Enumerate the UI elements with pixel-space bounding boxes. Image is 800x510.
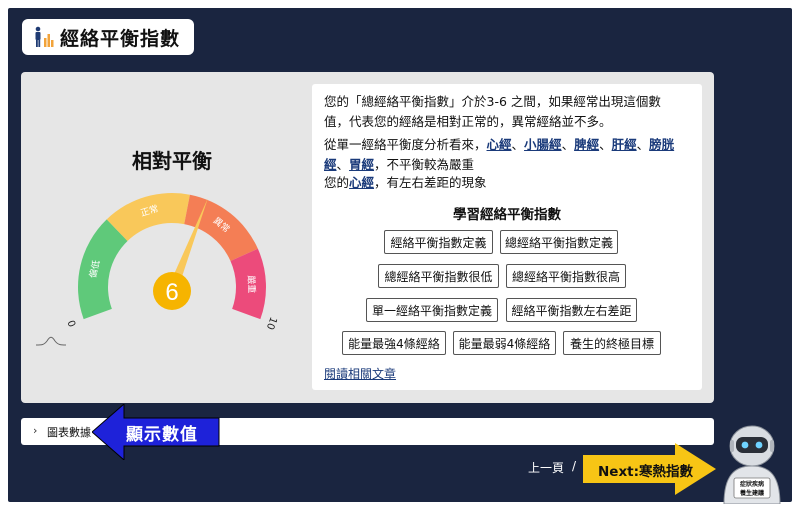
info-p3-suffix: ，有左右差距的現象 [374, 175, 487, 190]
meridian-link-stomach[interactable]: 胃經 [349, 157, 374, 172]
pulse-wave-icon [35, 336, 67, 346]
btn-single-definition[interactable]: 單一經絡平衡指數定義 [366, 298, 498, 322]
person-chart-icon [30, 24, 56, 50]
meridian-link-heart[interactable]: 心經 [487, 137, 512, 152]
gauge-tick-label: 0 [67, 318, 80, 328]
info-p3-prefix: 您的 [324, 175, 350, 190]
btn-total-definition[interactable]: 總經絡平衡指數定義 [500, 230, 618, 254]
btn-total-high[interactable]: 總經絡平衡指數很高 [506, 264, 626, 288]
nav-separator: / [572, 459, 577, 473]
info-p2-prefix: 從單一經絡平衡度分析看來， [324, 137, 487, 152]
robot-assistant-icon[interactable]: 症狀疾病 養生建議 [712, 420, 792, 504]
header-card: 經絡平衡指數 [22, 19, 194, 55]
info-p2-suffix: ，不平衡較為嚴重 [374, 157, 475, 172]
gauge-segment [78, 219, 128, 320]
link-separator: 、 [336, 157, 350, 172]
page-title: 經絡平衡指數 [60, 27, 181, 50]
gauge-title: 相對平衡 [132, 149, 212, 173]
link-separator: 、 [636, 137, 650, 152]
gauge-value: 6 [165, 279, 178, 306]
btn-ultimate-goal[interactable]: 養生的終極目標 [563, 331, 661, 355]
btn-total-low[interactable]: 總經絡平衡指數很低 [378, 264, 499, 288]
gauge-tick-label: 5 [169, 185, 175, 187]
btn-weakest-4[interactable]: 能量最弱4條經絡 [453, 331, 556, 355]
btn-strongest-4[interactable]: 能量最強4條經絡 [342, 331, 446, 355]
robot-badge-line2: 養生建議 [739, 489, 764, 497]
next-page-label[interactable]: Next:寒熱指數 [598, 460, 693, 480]
meridian-link-spleen[interactable]: 脾經 [574, 137, 599, 152]
learn-section-title: 學習經絡平衡指數 [453, 207, 561, 223]
callout-text: 顯示數值 [126, 425, 198, 445]
chart-data-label: 圖表數據 [47, 426, 91, 439]
chevron-right-icon: › [33, 424, 38, 437]
prev-page-link[interactable]: 上一頁 [528, 459, 564, 476]
link-separator: 、 [511, 137, 525, 152]
robot-badge-line1: 症狀疾病 [740, 480, 764, 488]
link-separator: 、 [599, 137, 612, 152]
gauge-segment-label: 嚴重 [245, 275, 258, 293]
btn-definition[interactable]: 經絡平衡指數定義 [384, 230, 493, 254]
meridian-link-heart-lr[interactable]: 心經 [349, 175, 374, 190]
info-paragraph-range: 您的「總經絡平衡指數」介於3-6 之間，如果經常出現這個數值，代表您的經絡是相對… [324, 94, 661, 129]
meridian-link-liver[interactable]: 肝經 [612, 137, 637, 152]
meridian-link-small-intestine[interactable]: 小腸經 [524, 137, 562, 152]
info-paragraph-lr: 您的心經，有左右差距的現象 [324, 173, 684, 193]
link-separator: 、 [561, 137, 575, 152]
gauge-tick-label: 10 [264, 315, 279, 331]
info-paragraph-single: 從單一經絡平衡度分析看來，心經、小腸經、脾經、肝經、膀胱經、胃經，不平衡較為嚴重 [324, 135, 684, 175]
read-articles-link[interactable]: 閱讀相關文章 [324, 365, 396, 382]
btn-left-right-diff[interactable]: 經絡平衡指數左右差距 [506, 298, 637, 322]
balance-gauge: 偏低正常異常嚴重 0510 6 [35, 185, 279, 346]
